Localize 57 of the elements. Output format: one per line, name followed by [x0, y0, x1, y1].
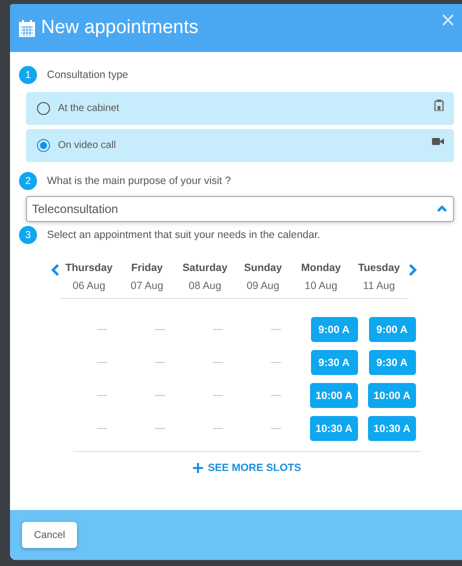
day-name: Tuesday — [358, 262, 400, 276]
time-slot-button[interactable]: 9:30 A — [310, 350, 358, 375]
step-label: What is the main purpose of your visit ? — [47, 175, 231, 187]
time-slot-button[interactable]: 10:30 A — [368, 416, 416, 441]
step-number-badge: 3 — [19, 226, 37, 244]
day-date: 07 Aug — [130, 280, 164, 292]
day-name: Thursday — [65, 262, 113, 276]
radio-button[interactable] — [37, 102, 50, 115]
time-slot-button[interactable]: 9:00 A — [310, 317, 358, 342]
see-more-slots-button[interactable]: SEE MORE SLOTS — [192, 462, 302, 474]
day-name: Monday — [301, 262, 341, 276]
empty-slot-dash — [213, 362, 223, 363]
step-label: Consultation type — [47, 69, 128, 81]
day-date: 09 Aug — [246, 280, 280, 292]
consultation-option[interactable]: At the cabinet — [26, 92, 454, 125]
radio-button[interactable] — [37, 139, 50, 152]
consultation-option[interactable]: On video call — [26, 129, 454, 162]
close-icon — [442, 14, 454, 26]
empty-slot-dash — [271, 362, 281, 363]
empty-slot-dash — [97, 362, 107, 363]
empty-slot-dash — [97, 395, 107, 396]
day-date: 08 Aug — [188, 280, 222, 292]
chevron-right-icon[interactable] — [408, 264, 417, 276]
empty-slot-dash — [155, 428, 165, 429]
cancel-button[interactable]: Cancel — [22, 522, 78, 548]
purpose-select[interactable]: Teleconsultation — [26, 196, 454, 222]
empty-slot-dash — [271, 395, 281, 396]
empty-slot-dash — [155, 329, 165, 330]
chevron-left-icon[interactable] — [51, 264, 60, 276]
time-slot-button[interactable]: 10:00 A — [310, 383, 358, 408]
plus-icon — [192, 463, 203, 473]
video-camera-icon — [432, 137, 444, 146]
empty-slot-dash — [213, 428, 223, 429]
day-date: 10 Aug — [304, 280, 338, 292]
step-number-badge: 2 — [19, 172, 37, 190]
time-slot-button[interactable]: 9:30 A — [368, 350, 416, 375]
empty-slot-dash — [213, 329, 223, 330]
empty-slot-dash — [155, 362, 165, 363]
day-name: Saturday — [182, 262, 228, 276]
time-slot-button[interactable]: 10:00 A — [368, 383, 416, 408]
empty-slot-dash — [271, 329, 281, 330]
step-label: Select an appointment that suit your needs in the calendar. — [47, 229, 320, 241]
day-name: Sunday — [244, 262, 282, 276]
day-date: 11 Aug — [363, 280, 395, 292]
empty-slot-dash — [97, 428, 107, 429]
step-number-badge: 1 — [19, 66, 37, 84]
day-name: Friday — [131, 262, 163, 276]
time-slot-button[interactable]: 9:00 A — [368, 317, 416, 342]
dialog-title: New appointments — [41, 17, 200, 39]
clipboard-icon — [434, 98, 444, 110]
time-slot-button[interactable]: 10:30 A — [310, 416, 358, 441]
empty-slot-dash — [155, 395, 165, 396]
empty-slot-dash — [97, 329, 107, 330]
calendar-icon — [19, 20, 35, 36]
empty-slot-dash — [271, 428, 281, 429]
empty-slot-dash — [213, 395, 223, 396]
day-date: 06 Aug — [72, 280, 106, 292]
